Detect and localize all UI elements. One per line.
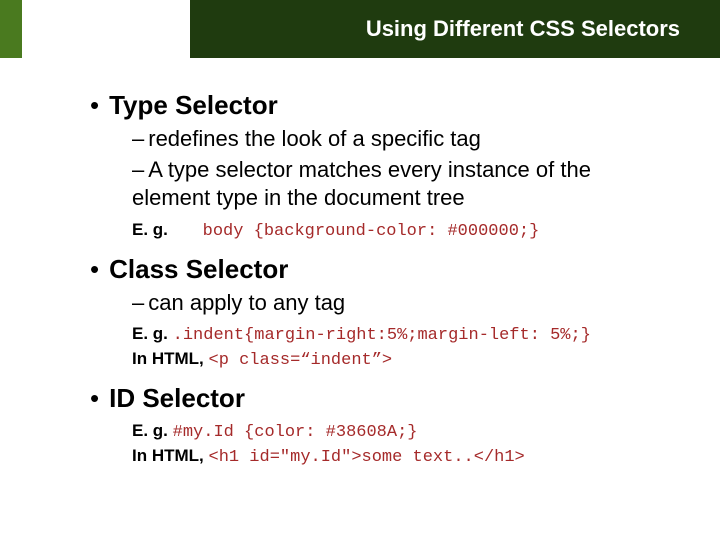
- example-row: E. g. .indent{margin-right:5%;margin-lef…: [132, 323, 670, 373]
- heading-type-selector: Type Selector: [109, 90, 278, 121]
- bullet-type-selector: • Type Selector: [90, 90, 670, 121]
- title-bar: Using Different CSS Selectors: [190, 0, 720, 58]
- sub-point: –can apply to any tag: [132, 289, 670, 318]
- sub-text: can apply to any tag: [148, 290, 345, 315]
- dash-icon: –: [132, 157, 144, 182]
- slide-title: Using Different CSS Selectors: [366, 16, 680, 42]
- slide: Using Different CSS Selectors • Type Sel…: [0, 0, 720, 540]
- accent-bar: [0, 0, 22, 58]
- eg-label: E. g.: [132, 324, 168, 343]
- example-row: E. g. body {background-color: #000000;}: [132, 219, 670, 244]
- heading-class-selector: Class Selector: [109, 254, 288, 285]
- code-example: <p class=“indent”>: [209, 351, 393, 370]
- eg-label: E. g.: [132, 421, 168, 440]
- bullet-id-selector: • ID Selector: [90, 383, 670, 414]
- sub-text: redefines the look of a specific tag: [148, 126, 481, 151]
- example-row: E. g. #my.Id {color: #38608A;} In HTML, …: [132, 420, 670, 470]
- dash-icon: –: [132, 290, 144, 315]
- heading-id-selector: ID Selector: [109, 383, 245, 414]
- in-html-label: In HTML,: [132, 446, 204, 465]
- bullet-icon: •: [90, 92, 99, 118]
- code-example: body {background-color: #000000;}: [203, 222, 540, 241]
- bullet-icon: •: [90, 385, 99, 411]
- bullet-class-selector: • Class Selector: [90, 254, 670, 285]
- in-html-label: In HTML,: [132, 349, 204, 368]
- sub-text: A type selector matches every instance o…: [132, 157, 591, 211]
- sub-point: –redefines the look of a specific tag: [132, 125, 670, 154]
- eg-label: E. g.: [132, 220, 168, 239]
- content-area: • Type Selector –redefines the look of a…: [90, 80, 670, 470]
- code-example: <h1 id="my.Id">some text..</h1>: [209, 448, 525, 467]
- dash-icon: –: [132, 126, 144, 151]
- code-example: #my.Id {color: #38608A;}: [173, 423, 418, 442]
- bullet-icon: •: [90, 256, 99, 282]
- code-example: .indent{margin-right:5%;margin-left: 5%;…: [173, 326, 591, 345]
- sub-point: –A type selector matches every instance …: [132, 156, 670, 213]
